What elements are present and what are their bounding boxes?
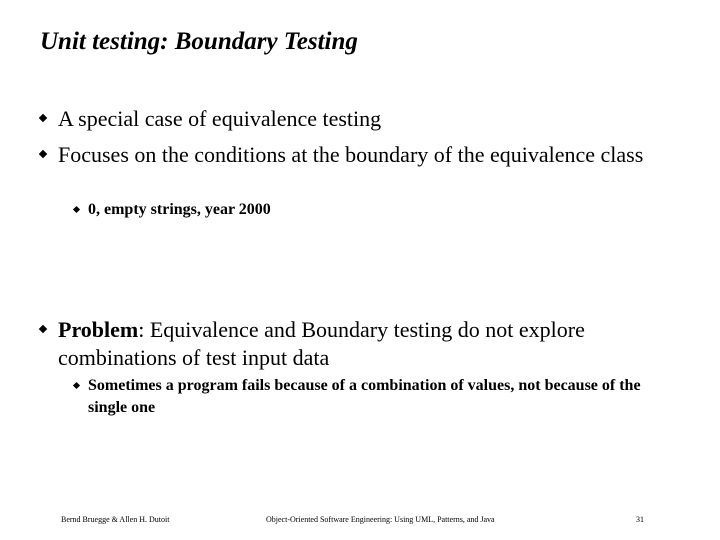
bullet-item: Focuses on the conditions at the boundar… — [38, 141, 658, 169]
bullet-item: A special case of equivalence testing — [38, 105, 658, 133]
footer-book-title: Object-Oriented Software Engineering: Us… — [266, 515, 495, 524]
diamond-bullet-icon — [38, 149, 48, 159]
bullet-bold-lead: Problem — [58, 317, 139, 342]
sub-bullet-text: Sometimes a program fails because of a c… — [88, 377, 641, 416]
sub-bullet-item: Sometimes a program fails because of a c… — [72, 375, 668, 419]
sub-bullet-item: 0, empty strings, year 2000 — [72, 199, 668, 221]
diamond-bullet-icon — [38, 113, 48, 123]
sub-bullet-text: 0, empty strings, year 2000 — [88, 201, 271, 218]
bullet-text: : Equivalence and Boundary testing do no… — [58, 317, 585, 370]
footer-authors: Bernd Bruegge & Allen H. Dutoit — [61, 515, 170, 524]
diamond-sub-bullet-icon — [72, 205, 81, 214]
slide-title: Unit testing: Boundary Testing — [40, 28, 358, 55]
diamond-bullet-icon — [38, 324, 48, 334]
footer-page-number: 31 — [636, 515, 644, 524]
bullet-text: A special case of equivalence testing — [58, 106, 382, 131]
bullet-text: Focuses on the conditions at the boundar… — [58, 142, 644, 167]
diamond-sub-bullet-icon — [72, 381, 81, 390]
bullet-item: Problem: Equivalence and Boundary testin… — [38, 316, 658, 372]
